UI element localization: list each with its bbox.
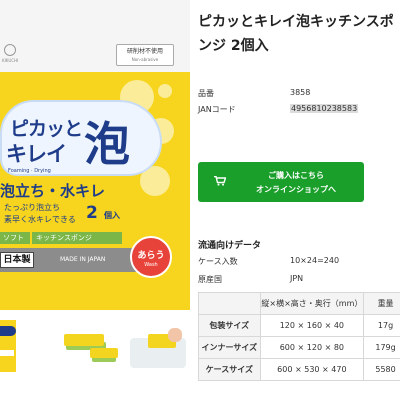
- jan-code-label: JANコード: [198, 105, 236, 114]
- thumbnail-1-logo: [0, 326, 16, 336]
- brand-logo-icon: [4, 44, 16, 56]
- package-subtitle-en: Foaming · Drying: [8, 168, 51, 174]
- buy-online-button[interactable]: ご購入はこちら オンラインショップへ: [198, 162, 364, 202]
- made-in-japan-text: MADE IN JAPAN: [60, 256, 106, 263]
- row-weight: 179g: [363, 336, 400, 359]
- header-weight: 重量: [363, 292, 400, 315]
- thumbnail-1-label: [0, 350, 14, 356]
- brand-name: KIKUCHI: [2, 58, 19, 63]
- header-blank: [198, 292, 261, 315]
- thumbnail-2[interactable]: [52, 320, 118, 372]
- package-top-flap: KIKUCHI 研削材不使用 Non-abrasive: [0, 0, 190, 72]
- row-dimensions: 600 × 120 × 80: [259, 336, 365, 359]
- product-main-image[interactable]: KIKUCHI 研削材不使用 Non-abrasive ピカッと キレイ 泡 F…: [0, 0, 190, 310]
- package-slogan: 泡立ち・水キレ: [0, 182, 106, 200]
- row-dimensions: 600 × 530 × 470: [259, 358, 365, 381]
- buy-button-line1: ご購入はこちら: [268, 171, 324, 180]
- table-row: インナーサイズ 600 × 120 × 80 179g: [198, 336, 400, 359]
- distribution-heading: 流通向けデータ: [198, 241, 262, 251]
- product-title: ピカッとキレイ泡キッチンスポ ンジ 2個入: [198, 10, 400, 58]
- package-title-small2: キレイ: [6, 142, 67, 166]
- case-quantity-label: ケース入数: [198, 257, 238, 266]
- sponge-image: [90, 348, 118, 358]
- table-row: ケースサイズ 600 × 530 × 470 5580: [198, 358, 400, 381]
- thumbnail-1[interactable]: [0, 320, 16, 372]
- label-soft: ソフト: [0, 232, 30, 244]
- package-label-strip: ソフト キッチンスポンジ: [0, 232, 150, 244]
- package-title-small1: ピカッと: [10, 118, 83, 140]
- row-label: 包装サイズ: [198, 314, 261, 337]
- non-abrasive-badge: 研削材不使用 Non-abrasive: [116, 44, 174, 66]
- row-dimensions: 120 × 160 × 40: [259, 314, 365, 337]
- header-dimensions: 縦×横×高さ・奥行（mm）: [259, 292, 365, 315]
- hand-image: [168, 328, 182, 342]
- row-weight: 5580: [363, 358, 400, 381]
- package-title-big: 泡: [84, 117, 130, 171]
- jan-code-value: 4956810238583: [290, 104, 359, 113]
- package-count-unit: 個入: [104, 211, 120, 220]
- thumbnail-3[interactable]: [128, 320, 188, 372]
- package-point-2: 素早く水キレできる: [4, 215, 76, 224]
- table-row: 包装サイズ 120 × 160 × 40 17g: [198, 314, 400, 337]
- product-title-line1: ピカッとキレイ泡キッチンスポ: [198, 14, 394, 30]
- wash-badge: あらう Wash: [130, 236, 172, 278]
- foam-bubble: [158, 84, 172, 98]
- made-in-japan-badge: 日本製: [0, 252, 34, 268]
- package-count: 2: [86, 203, 98, 223]
- product-number-label: 品番: [198, 89, 214, 98]
- non-abrasive-en: Non-abrasive: [131, 57, 159, 62]
- sponge-image: [64, 334, 104, 346]
- size-table-header: 縦×横×高さ・奥行（mm） 重量: [198, 292, 400, 315]
- buy-button-line2: オンラインショップへ: [256, 185, 336, 194]
- origin-value: JPN: [290, 274, 304, 283]
- row-label: インナーサイズ: [198, 336, 261, 359]
- thumbnail-strip: [0, 320, 190, 372]
- non-abrasive-jp: 研削材不使用: [126, 48, 163, 55]
- label-kind: キッチンスポンジ: [32, 232, 122, 244]
- wash-en: Wash: [144, 262, 158, 268]
- package-point-1: たっぷり泡立ち: [4, 203, 60, 212]
- case-quantity-value: 10×24=240: [290, 256, 340, 265]
- cart-icon: [214, 176, 226, 186]
- row-weight: 17g: [363, 314, 400, 337]
- row-label: ケースサイズ: [198, 358, 261, 381]
- size-table: 縦×横×高さ・奥行（mm） 重量 包装サイズ 120 × 160 × 40 17…: [198, 292, 400, 381]
- wash-jp: あらう: [137, 251, 165, 261]
- product-title-line2: ンジ 2個入: [198, 38, 269, 54]
- product-number-value: 3858: [290, 88, 311, 97]
- jan-code-text: 4956810238583: [290, 104, 359, 113]
- origin-label: 原産国: [198, 275, 222, 284]
